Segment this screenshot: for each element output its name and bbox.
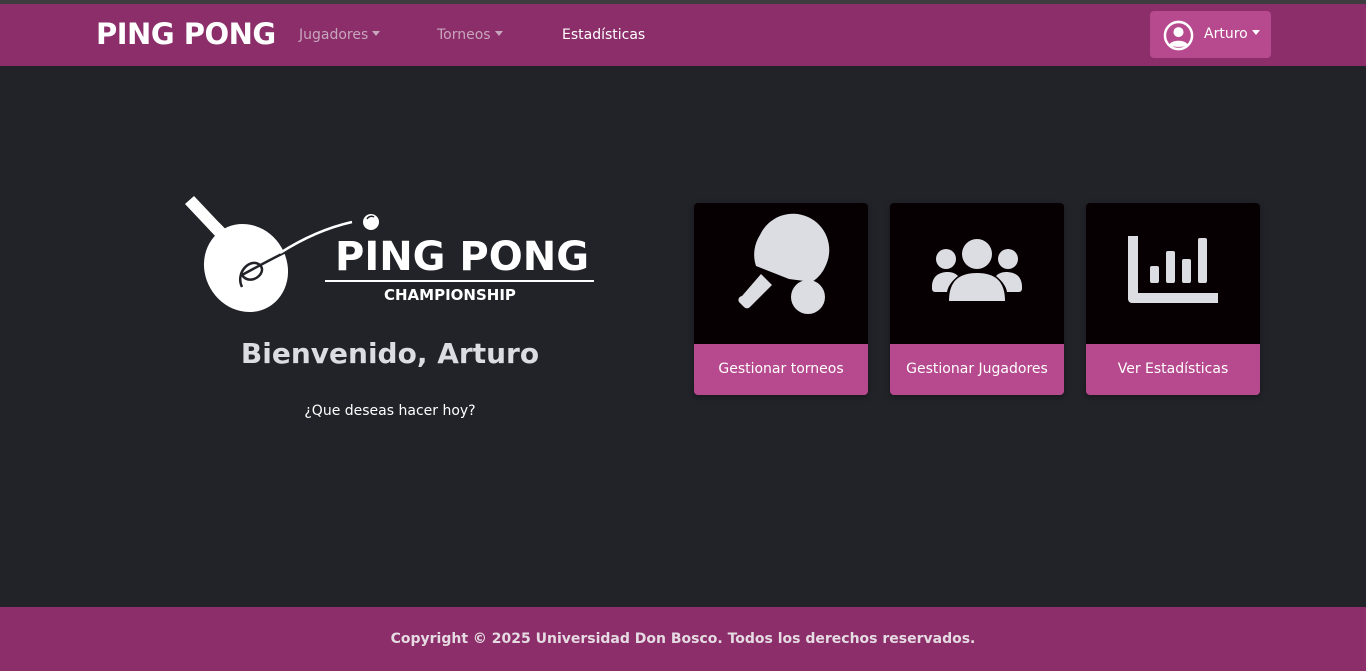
footer: Copyright © 2025 Universidad Don Bosco. … — [0, 607, 1366, 671]
user-name: Arturo — [1204, 25, 1260, 43]
welcome-heading: Bienvenido, Arturo — [240, 337, 540, 370]
nav-jugadores-label: Jugadores — [299, 27, 369, 43]
users-group-icon — [932, 239, 1022, 301]
navbar: PING PONG Jugadores Torneos Estadísticas… — [0, 4, 1366, 66]
nav-jugadores-dropdown[interactable]: Jugadores — [299, 25, 381, 45]
logo-title: PING PONG — [335, 234, 589, 280]
caret-down-icon — [494, 31, 503, 36]
nav-estadisticas-label: Estadísticas — [562, 27, 646, 43]
nav-torneos-dropdown[interactable]: Torneos — [437, 25, 503, 45]
brand-logo[interactable]: PING PONG — [96, 16, 276, 52]
card-image-area — [890, 203, 1064, 344]
footer-copyright: Copyright © 2025 Universidad Don Bosco. … — [390, 631, 976, 647]
card-label: Ver Estadísticas — [1086, 344, 1260, 395]
logo-subtitle: CHAMPIONSHIP — [384, 286, 516, 304]
bar-chart-icon — [1128, 236, 1218, 303]
user-menu-button[interactable]: Arturo — [1150, 11, 1271, 58]
nav-estadisticas-link[interactable]: Estadísticas — [562, 25, 645, 45]
ping-pong-paddle-icon — [738, 213, 830, 314]
championship-logo: PING PONG CHAMPIONSHIP — [180, 195, 600, 320]
card-gestionar-jugadores[interactable]: Gestionar Jugadores — [890, 203, 1064, 395]
user-circle-icon — [1163, 20, 1194, 51]
caret-down-icon — [1251, 30, 1260, 35]
caret-down-icon — [372, 31, 381, 36]
card-ver-estadisticas[interactable]: Ver Estadísticas — [1086, 203, 1260, 395]
card-label: Gestionar Jugadores — [890, 344, 1064, 395]
card-gestionar-torneos[interactable]: Gestionar torneos — [694, 203, 868, 395]
welcome-subtitle: ¿Que deseas hacer hoy? — [304, 403, 476, 419]
card-label: Gestionar torneos — [694, 344, 868, 395]
card-image-area — [694, 203, 868, 344]
nav-torneos-label: Torneos — [437, 27, 491, 43]
card-image-area — [1086, 203, 1260, 344]
